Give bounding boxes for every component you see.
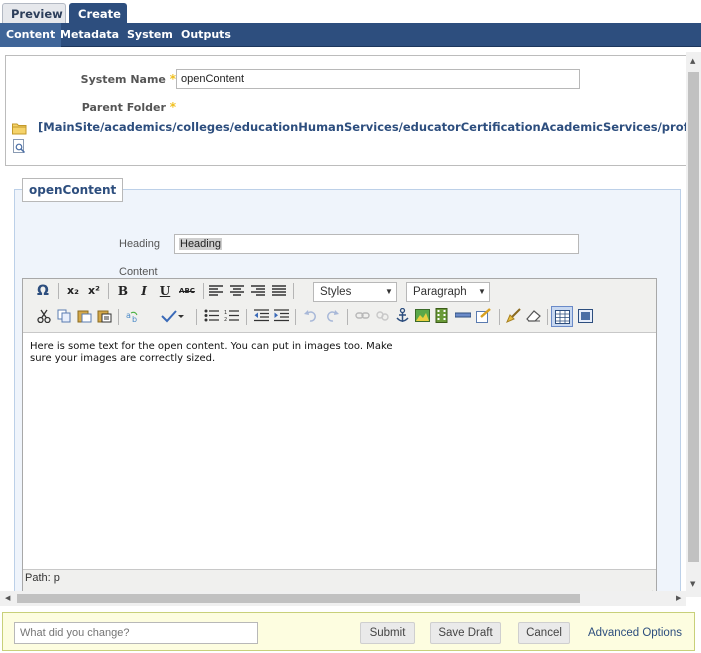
- editor-content-area[interactable]: Here is some text for the open content. …: [23, 332, 656, 570]
- system-name-label: System Name *: [80, 72, 176, 86]
- link-icon[interactable]: [355, 309, 370, 322]
- tab-preview[interactable]: Preview: [2, 3, 66, 24]
- unlink-icon[interactable]: [375, 309, 390, 322]
- submit-button[interactable]: Submit: [360, 622, 415, 644]
- wysiwyg-editor: Ω x₂ x² B I U ABC Styles ▼ Paragraph ▼ a…: [22, 278, 657, 603]
- scroll-down-icon[interactable]: ▼: [690, 580, 695, 588]
- underline-button[interactable]: U: [158, 282, 172, 300]
- vertical-scroll-thumb[interactable]: [688, 72, 699, 562]
- required-star-icon: *: [169, 100, 176, 114]
- format-dropdown-label: Paragraph: [413, 286, 467, 298]
- editor-paragraph-line: Here is some text for the open content. …: [30, 341, 393, 352]
- horizontal-rule-icon[interactable]: [455, 310, 471, 320]
- svg-text:b: b: [132, 315, 137, 323]
- submit-footer: Submit Save Draft Cancel Advanced Option…: [2, 612, 695, 651]
- subtab-metadata[interactable]: Metadata: [54, 23, 125, 47]
- italic-button[interactable]: I: [137, 282, 151, 300]
- cut-icon[interactable]: [37, 309, 51, 323]
- strikethrough-button[interactable]: ABC: [177, 282, 197, 300]
- browse-page-icon[interactable]: [13, 139, 26, 154]
- folder-icon[interactable]: [12, 122, 27, 135]
- change-comment-input[interactable]: [14, 622, 258, 644]
- align-right-icon[interactable]: [251, 285, 265, 297]
- system-info-panel: System Name * openContent Parent Folder …: [5, 55, 701, 166]
- content-label: Content: [119, 266, 158, 278]
- align-left-icon[interactable]: [209, 285, 223, 297]
- bullet-list-icon[interactable]: [204, 309, 219, 322]
- undo-icon[interactable]: [304, 309, 317, 322]
- align-center-icon[interactable]: [230, 285, 244, 297]
- anchor-icon[interactable]: [396, 308, 409, 323]
- insert-media-icon[interactable]: [435, 308, 448, 323]
- heading-input[interactable]: Heading: [174, 234, 579, 254]
- numbered-list-icon[interactable]: 12: [224, 309, 239, 322]
- copy-icon[interactable]: [57, 309, 72, 323]
- dropdown-arrow-icon: ▼: [478, 287, 486, 296]
- superscript-button[interactable]: x²: [85, 282, 103, 300]
- scroll-up-icon[interactable]: ▲: [690, 57, 695, 65]
- scroll-right-icon[interactable]: ▶: [676, 594, 681, 602]
- special-char-button[interactable]: Ω: [35, 282, 51, 300]
- heading-input-value: Heading: [179, 238, 222, 250]
- subscript-button[interactable]: x₂: [64, 282, 82, 300]
- heading-label: Heading: [119, 238, 160, 250]
- advanced-options-link[interactable]: Advanced Options: [588, 622, 682, 644]
- styles-dropdown-label: Styles: [320, 286, 352, 298]
- paste-icon[interactable]: [77, 309, 92, 323]
- form-content-area: System Name * openContent Parent Folder …: [0, 47, 701, 605]
- indent-icon[interactable]: [274, 309, 289, 322]
- styles-dropdown[interactable]: Styles ▼: [313, 282, 397, 302]
- insert-image-icon[interactable]: [415, 309, 430, 323]
- spellcheck-icon[interactable]: [161, 309, 185, 323]
- parent-folder-label: Parent Folder *: [81, 100, 176, 114]
- sub-nav-bar: Content Metadata System Outputs: [0, 23, 701, 47]
- editor-paragraph-line: sure your images are correctly sized.: [30, 353, 216, 364]
- horizontal-scroll-thumb[interactable]: [17, 594, 580, 603]
- clean-up-icon[interactable]: [506, 308, 521, 323]
- tab-create[interactable]: Create: [69, 3, 127, 24]
- subtab-system[interactable]: System: [121, 23, 179, 47]
- redo-icon[interactable]: [326, 309, 339, 322]
- fullscreen-icon[interactable]: [578, 309, 593, 323]
- top-tab-bar: Preview Create: [0, 0, 701, 24]
- save-draft-button[interactable]: Save Draft: [430, 622, 501, 644]
- align-justify-icon[interactable]: [272, 285, 286, 297]
- outdent-icon[interactable]: [254, 309, 269, 322]
- fieldset-legend: openContent: [22, 178, 124, 202]
- editor-toolbar-row-2: ab 12: [23, 305, 656, 329]
- toggle-guidelines-button[interactable]: [551, 306, 573, 327]
- dropdown-arrow-icon: ▼: [385, 287, 393, 296]
- parent-folder-path[interactable]: [MainSite/academics/colleges/educationHu…: [38, 120, 701, 134]
- vertical-scrollbar[interactable]: ▲ ▼: [686, 52, 701, 597]
- paste-text-icon[interactable]: [97, 309, 112, 323]
- cancel-button[interactable]: Cancel: [518, 622, 570, 644]
- bold-button[interactable]: B: [116, 282, 130, 300]
- svg-text:1: 1: [224, 310, 227, 316]
- scroll-left-icon[interactable]: ◀: [5, 594, 10, 602]
- svg-text:a: a: [126, 311, 131, 320]
- editor-path-bar: Path: p: [25, 572, 60, 584]
- editor-toolbar-row-1: Ω x₂ x² B I U ABC Styles ▼ Paragraph ▼: [23, 279, 656, 303]
- system-name-input[interactable]: openContent: [176, 69, 580, 89]
- subtab-content[interactable]: Content: [0, 23, 62, 47]
- subtab-outputs[interactable]: Outputs: [175, 23, 237, 47]
- eraser-icon[interactable]: [526, 309, 541, 322]
- horizontal-scrollbar[interactable]: ◀ ▶: [0, 591, 686, 606]
- table-grid-icon: [555, 310, 570, 324]
- find-replace-icon[interactable]: ab: [126, 309, 142, 323]
- format-dropdown[interactable]: Paragraph ▼: [406, 282, 490, 302]
- svg-text:2: 2: [224, 317, 227, 322]
- insert-element-icon[interactable]: [476, 308, 492, 323]
